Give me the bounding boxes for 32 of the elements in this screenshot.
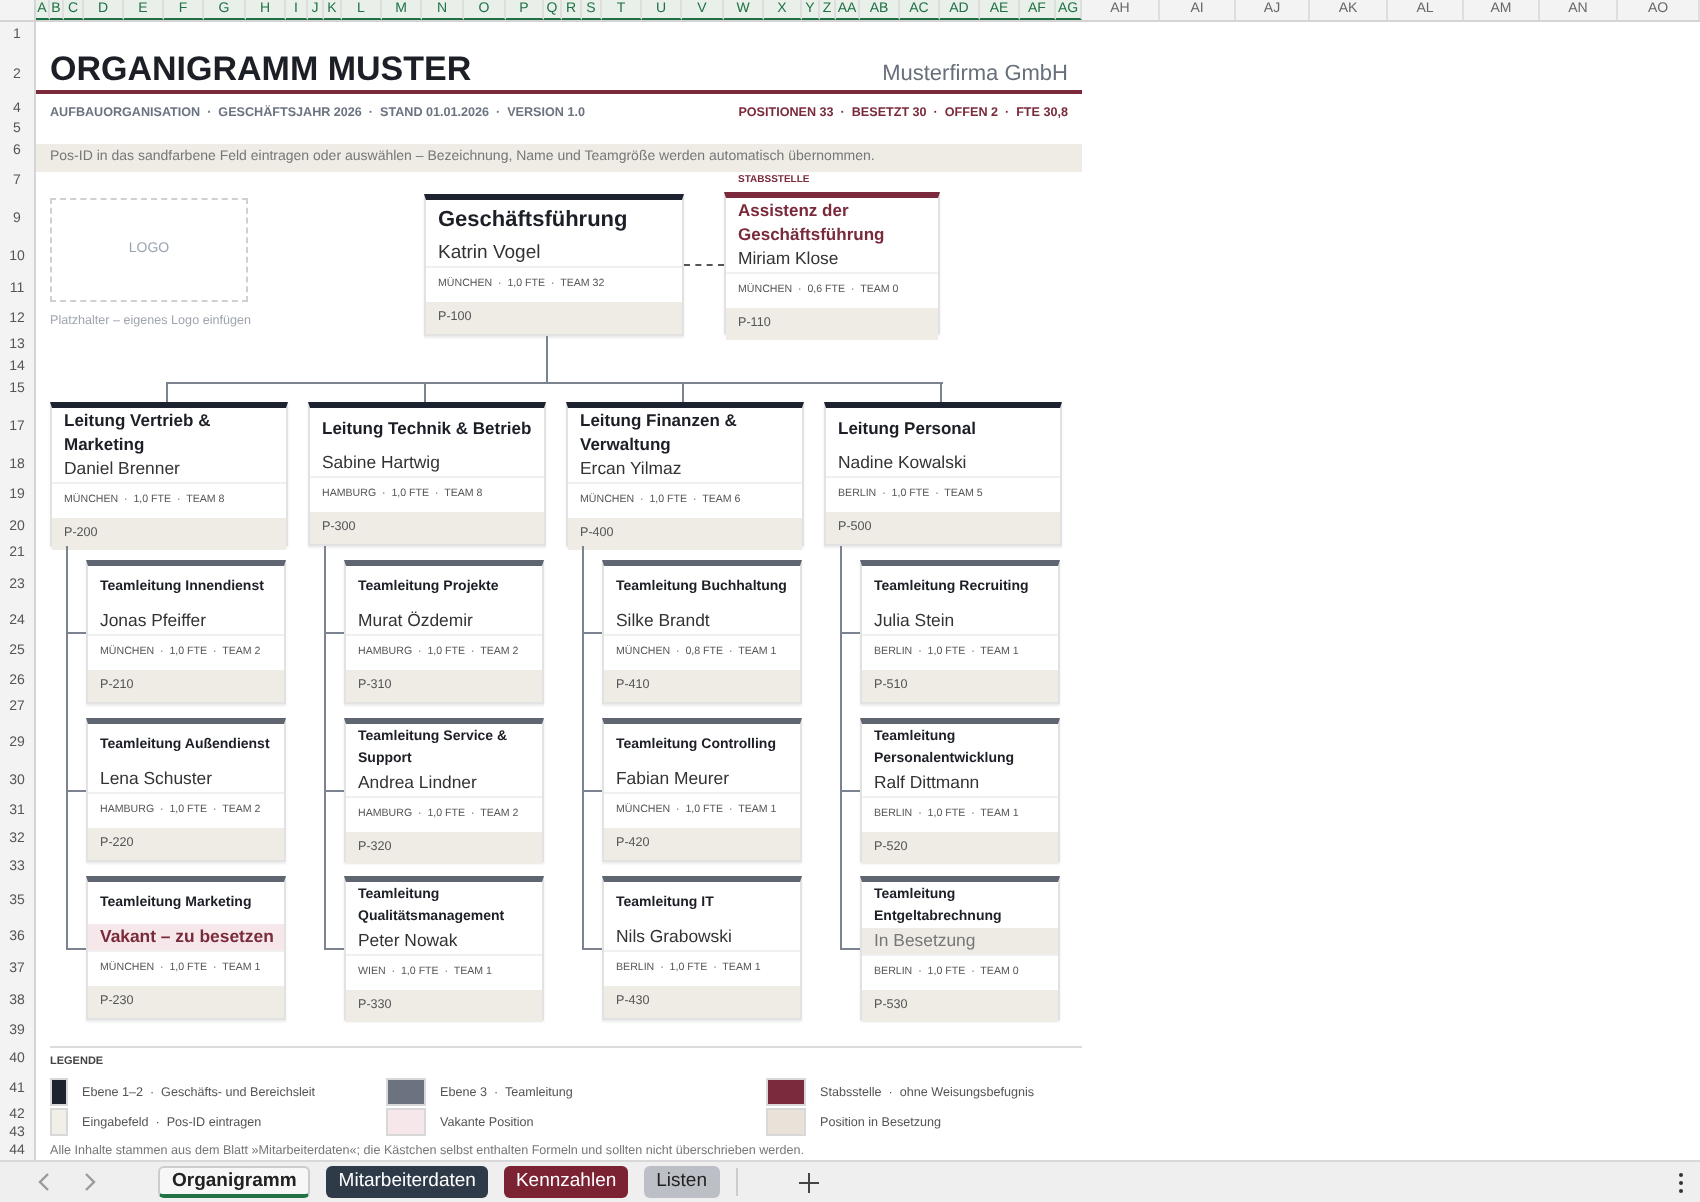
sheet-tab[interactable]: Kennzahlen (503, 1166, 629, 1198)
sheet-tab[interactable]: Listen (644, 1166, 719, 1198)
employee-name: Ralf Dittmann (872, 769, 982, 795)
sheet-tab[interactable]: Organigramm (158, 1166, 311, 1198)
plus-icon[interactable] (797, 1171, 819, 1193)
position-title: Assistenz der Geschäftsführung (738, 197, 887, 245)
position-title: Leitung Technik & Betrieb (322, 416, 532, 440)
employee-name: Julia Stein (872, 607, 957, 633)
employee-name: Lena Schuster (98, 765, 215, 791)
employee-name: Andrea Lindner (356, 769, 479, 795)
employee-name: Katrin Vogel (436, 239, 543, 265)
employee-name: Nils Grabowski (614, 923, 734, 949)
company-name: Musterfirma GmbH (882, 60, 1068, 90)
employee-name: Silke Brandt (614, 607, 712, 633)
position-title: Leitung Vertrieb & Marketing (64, 407, 213, 455)
sheet-title: ORGANIGRAMM MUSTER (50, 50, 472, 90)
employee-name: Murat Özdemir (356, 607, 475, 633)
sheet-tab[interactable]: Mitarbeiterdaten (326, 1166, 488, 1198)
position-title: Geschäftsführung (438, 207, 628, 231)
employee-name: Miriam Klose (736, 245, 841, 271)
position-title: Leitung Personal (838, 416, 976, 440)
employee-name: Vakant – zu besetzen (88, 923, 284, 949)
employee-name: Sabine Hartwig (320, 449, 442, 475)
employee-name: Fabian Meurer (614, 765, 731, 791)
employee-name: Ercan Yilmaz (578, 455, 684, 481)
employee-name: Daniel Brenner (62, 455, 182, 481)
position-title: Leitung Finanzen & Verwaltung (580, 407, 739, 455)
employee-name: Peter Nowak (356, 927, 460, 953)
employee-name: In Besetzung (862, 927, 1058, 953)
employee-name: Nadine Kowalski (836, 449, 969, 475)
more-icon[interactable] (1678, 1171, 1684, 1193)
employee-name: Jonas Pfeiffer (98, 607, 208, 633)
